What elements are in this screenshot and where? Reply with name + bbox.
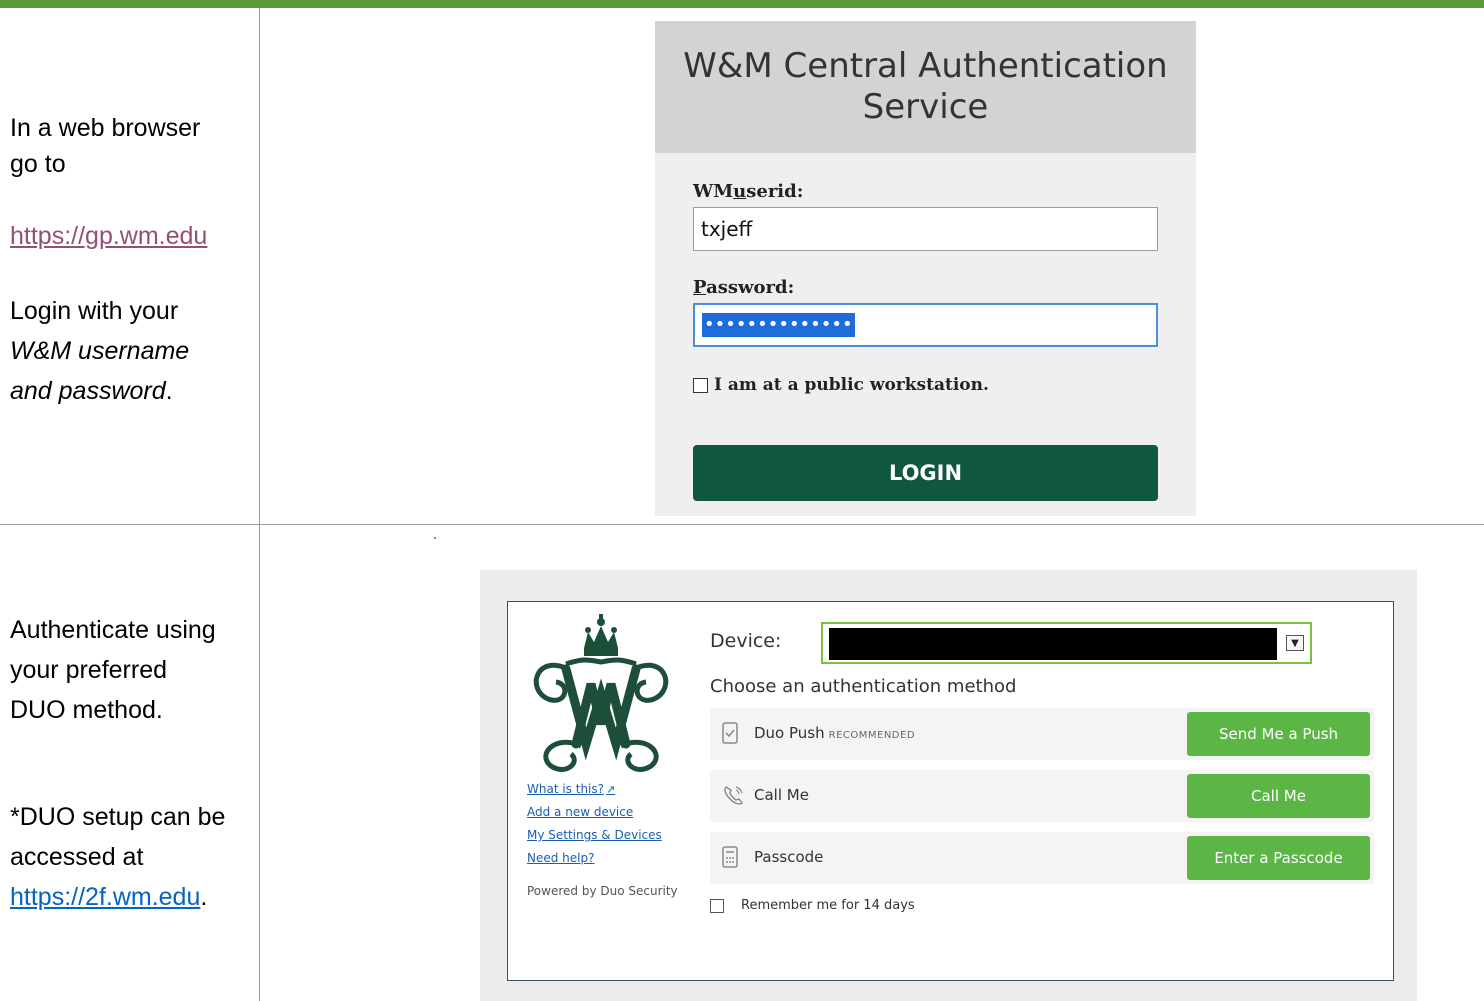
login-button[interactable]: LOGIN (693, 445, 1158, 501)
step2-text-line: https://2f.wm.edu. (10, 877, 225, 917)
top-accent-bar (0, 0, 1484, 8)
choose-method-heading: Choose an authentication method (710, 676, 1017, 697)
method-name: Duo Push (754, 724, 825, 742)
public-workstation-checkbox[interactable] (693, 377, 708, 393)
keypad-icon (722, 846, 738, 868)
step1-period: . (165, 377, 173, 405)
powered-by-duo: Powered by Duo Security (527, 884, 678, 898)
remember-me-label: Remember me for 14 days (741, 898, 915, 913)
auth-method-row: Duo Push RECOMMENDED Send Me a Push (710, 708, 1374, 760)
step1-text-line: go to (10, 150, 66, 178)
redacted-device-name (829, 628, 1277, 660)
settings-devices-link[interactable]: My Settings & Devices (527, 824, 662, 847)
phone-check-icon (722, 722, 738, 744)
userid-value: txjeff (701, 217, 753, 241)
auth-method-row: Call Me Call Me (710, 770, 1374, 822)
step1-italic-text: and password (10, 377, 166, 405)
step2-text-line: your preferred (10, 656, 168, 684)
wm-cypher-logo-icon (533, 614, 669, 772)
step2-text-line: DUO method. (10, 696, 163, 724)
userid-label-part: WM (693, 181, 734, 202)
what-is-this-link[interactable]: What is this? ↗ (527, 778, 662, 801)
cas-title: W&M Central Authentication Service (683, 46, 1168, 127)
step2-text-line: Authenticate using (10, 616, 216, 644)
step2-instructions: Authenticate using your preferred DUO me… (10, 610, 225, 917)
method-name: Passcode (754, 848, 824, 866)
step2-period: . (200, 883, 208, 911)
call-me-button[interactable]: Call Me (1187, 774, 1370, 818)
method-label: Duo Push RECOMMENDED (754, 724, 915, 742)
device-select[interactable]: ▼ (821, 622, 1312, 664)
step1-text-line: Login with your (10, 297, 179, 325)
step1-text-line: In a web browser (10, 114, 201, 142)
step1-text-line: W&M username (10, 337, 190, 365)
table-row-divider (0, 524, 1484, 525)
remember-me-option[interactable]: Remember me for 14 days (710, 898, 915, 913)
table-column-divider (259, 8, 260, 1001)
password-label: Password: (693, 277, 1158, 299)
step1-text-line: and password. (10, 371, 207, 411)
cas-form: WMuserid: txjeff Password: •••••••••••••… (693, 181, 1158, 501)
gp-link[interactable]: https://gp.wm.edu (10, 222, 207, 250)
device-label: Device: (710, 630, 782, 652)
step2-text-line: accessed at (10, 843, 144, 871)
external-link-icon: ↗ (606, 783, 616, 796)
duo-prompt: What is this? ↗ Add a new device My Setti… (507, 601, 1394, 981)
cas-login-panel: W&M Central Authentication Service WMuse… (655, 21, 1196, 516)
remember-me-checkbox[interactable] (710, 898, 724, 913)
duo-setup-link[interactable]: https://2f.wm.edu (10, 883, 200, 911)
enter-passcode-button[interactable]: Enter a Passcode (1187, 836, 1370, 880)
password-value: •••••••••••••• (702, 313, 855, 337)
what-is-this-text: What is this? (527, 782, 605, 796)
userid-label-part: serid: (746, 181, 804, 202)
step2-text-line: *DUO setup can be (10, 803, 226, 831)
method-name: Call Me (754, 786, 809, 804)
phone-call-icon (722, 784, 744, 806)
userid-label: WMuserid: (693, 181, 1158, 203)
userid-label-accesskey: u (733, 181, 747, 202)
public-workstation-label: I am at a public workstation. (714, 375, 989, 395)
cas-header: W&M Central Authentication Service (655, 21, 1196, 153)
duo-help-links: What is this? ↗ Add a new device My Setti… (527, 778, 662, 870)
auth-method-row: Passcode Enter a Passcode (710, 832, 1374, 884)
need-help-link[interactable]: Need help? (527, 847, 662, 870)
public-workstation-option[interactable]: I am at a public workstation. (693, 375, 1158, 395)
stray-dot (434, 537, 436, 539)
step1-instructions: In a web browser go to https://gp.wm.edu… (10, 108, 207, 411)
chevron-down-icon[interactable]: ▼ (1286, 635, 1304, 651)
add-device-link[interactable]: Add a new device (527, 801, 662, 824)
send-push-button[interactable]: Send Me a Push (1187, 712, 1370, 756)
password-input[interactable]: •••••••••••••• (693, 303, 1158, 347)
password-label-part: assword: (706, 277, 795, 298)
password-label-accesskey: P (693, 277, 707, 298)
userid-input[interactable]: txjeff (693, 207, 1158, 251)
recommended-badge: RECOMMENDED (828, 730, 916, 741)
